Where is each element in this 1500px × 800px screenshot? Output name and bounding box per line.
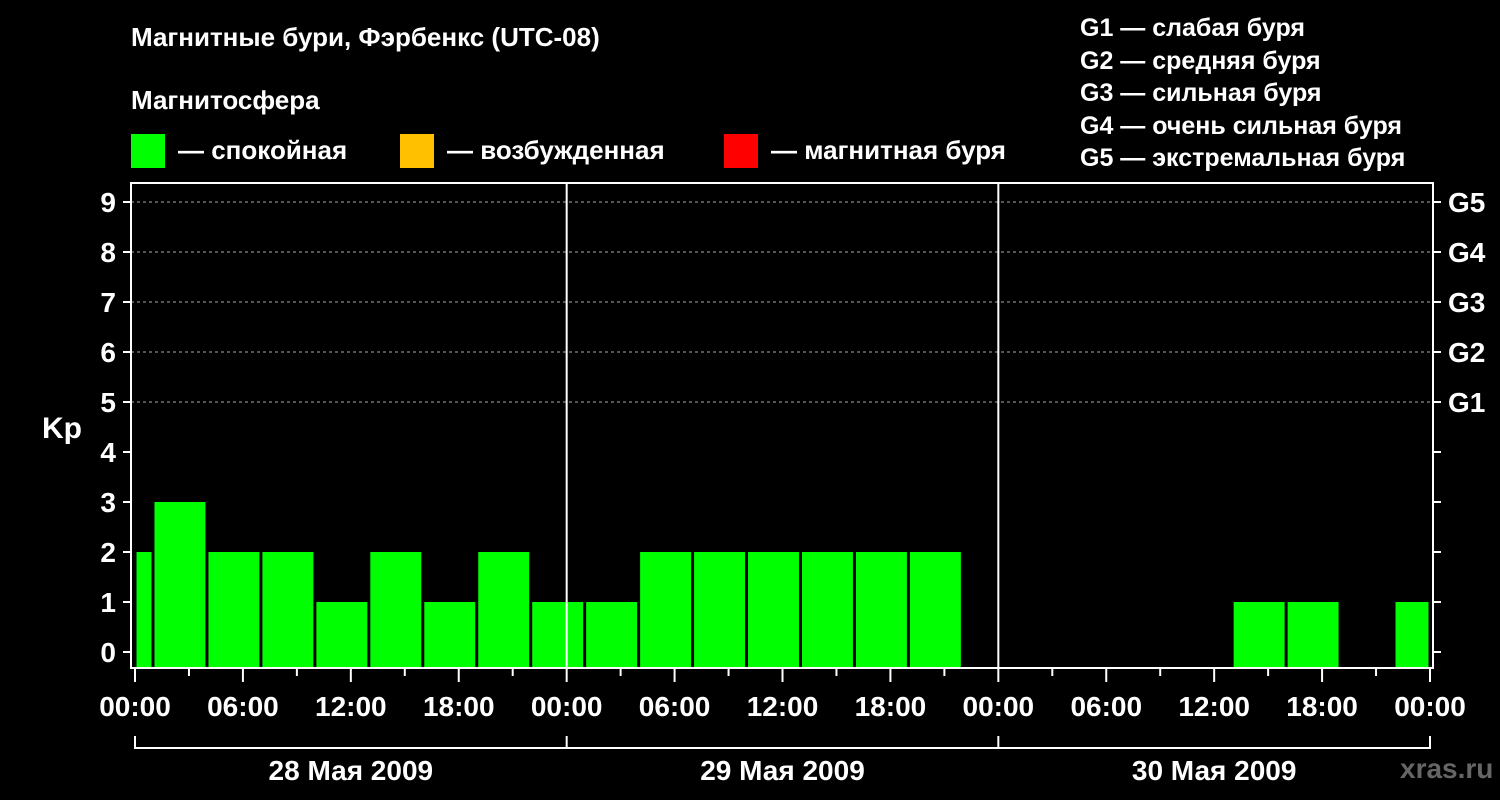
y-tick-label: 1 (100, 587, 116, 618)
kp-bar (262, 552, 314, 668)
kp-bar (316, 602, 368, 668)
y-tick-label: 3 (100, 487, 116, 518)
y-axis-label: Kp (42, 412, 82, 445)
kp-bar (1395, 602, 1429, 668)
kp-bar (208, 552, 260, 668)
x-tick-label: 06:00 (207, 691, 279, 722)
kp-bar (532, 602, 584, 668)
kp-bar (640, 552, 692, 668)
x-tick-label: 18:00 (855, 691, 927, 722)
y-tick-label: 7 (100, 287, 116, 318)
g-level-label: G5 (1448, 187, 1485, 218)
kp-bar (909, 552, 961, 668)
x-tick-label: 12:00 (747, 691, 819, 722)
g-level-label: G4 (1448, 237, 1486, 268)
day-label: 30 Мая 2009 (1132, 755, 1297, 786)
kp-bar (748, 552, 799, 668)
x-tick-label: 00:00 (99, 691, 171, 722)
kp-bar (801, 552, 853, 668)
kp-bar (136, 552, 152, 668)
x-tick-label: 06:00 (639, 691, 711, 722)
kp-bar (855, 552, 907, 668)
x-tick-label: 12:00 (1178, 691, 1250, 722)
kp-bar (1233, 602, 1285, 668)
y-tick-label: 9 (100, 187, 116, 218)
y-tick-label: 0 (100, 637, 116, 668)
x-tick-label: 12:00 (315, 691, 387, 722)
g-level-label: G1 (1448, 387, 1485, 418)
x-tick-label: 18:00 (423, 691, 495, 722)
kp-bar (1287, 602, 1339, 668)
g-level-label: G2 (1448, 337, 1485, 368)
x-tick-label: 00:00 (531, 691, 603, 722)
x-tick-label: 18:00 (1286, 691, 1358, 722)
g-level-label: G3 (1448, 287, 1485, 318)
x-tick-label: 06:00 (1070, 691, 1142, 722)
kp-bar (478, 552, 530, 668)
x-tick-label: 00:00 (1394, 691, 1466, 722)
kp-chart: 0 1 2 3 4 5 6 7 8 9 G1 G2 G3 G4 G5 Kp 00:00 06:00 12:00 18:… (42, 182, 1486, 786)
y-tick-label: 5 (100, 387, 116, 418)
y-tick-label: 4 (100, 437, 116, 468)
x-tick-label: 00:00 (963, 691, 1035, 722)
watermark: xras.ru (1400, 753, 1494, 784)
kp-bar (154, 502, 206, 668)
y-tick-label: 8 (100, 237, 116, 268)
day-label: 29 Мая 2009 (700, 755, 865, 786)
y-tick-label: 2 (100, 537, 116, 568)
kp-bar (424, 602, 476, 668)
kp-bar (586, 602, 638, 668)
kp-bar (370, 552, 422, 668)
y-tick-label: 6 (100, 337, 116, 368)
kp-bar (694, 552, 746, 668)
day-label: 28 Мая 2009 (269, 755, 434, 786)
